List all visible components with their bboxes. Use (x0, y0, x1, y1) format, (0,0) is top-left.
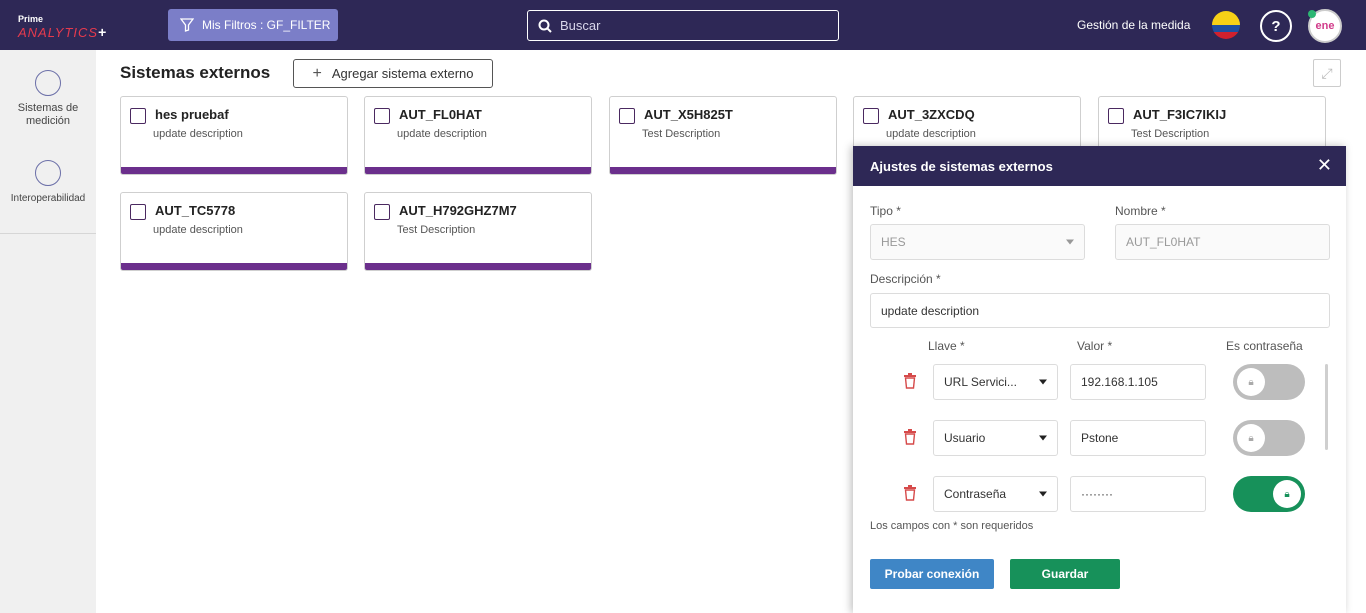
chevron-down-icon (1066, 239, 1074, 245)
card-name: AUT_H792GHZ7M7 (399, 203, 517, 218)
card-description: Test Description (642, 128, 721, 140)
online-status-dot (1308, 10, 1316, 18)
rows-scrollbar[interactable] (1325, 364, 1328, 450)
card-checkbox[interactable] (374, 108, 390, 124)
chart-circle-icon (35, 70, 61, 96)
delete-row-icon[interactable] (903, 429, 917, 445)
filters-button[interactable]: Mis Filtros : GF_FILTER (168, 9, 338, 41)
test-connection-button[interactable]: Probar conexión (870, 559, 994, 589)
card-checkbox[interactable] (374, 204, 390, 220)
logo-plus-text: + (98, 24, 107, 40)
close-icon[interactable]: ✕ (1317, 156, 1332, 174)
description-field-value: update description (881, 303, 980, 318)
password-toggle[interactable]: 🔒︎ (1233, 364, 1305, 400)
delete-row-icon[interactable] (903, 373, 917, 389)
key-select-value: URL Servici... (944, 375, 1017, 389)
add-external-system-label: Agregar sistema externo (331, 66, 474, 81)
required-fields-note: Los campos con * son requeridos (870, 520, 1034, 532)
lock-icon: 🔒︎ (1237, 424, 1265, 452)
logo-prime-text: Prime (18, 14, 44, 24)
filters-button-label: Mis Filtros : GF_FILTER (202, 18, 331, 32)
card-name: AUT_FL0HAT (399, 107, 482, 122)
logo-main-text: ANALYTICS (18, 25, 99, 40)
type-select[interactable]: HES (870, 224, 1085, 260)
chevron-down-icon (1039, 491, 1047, 497)
key-select-value: Usuario (944, 431, 986, 445)
network-globe-icon (35, 160, 61, 186)
sidebar-item-measurement-systems[interactable]: Sistemas de medición (0, 70, 96, 128)
chevron-down-icon (1039, 379, 1047, 385)
card-description: update description (397, 128, 487, 140)
value-column-label: Valor * (1077, 339, 1113, 353)
search-box[interactable] (527, 10, 839, 41)
key-select[interactable]: Usuario (933, 420, 1058, 456)
expand-icon[interactable]: ⤢ (1313, 59, 1341, 87)
card-description: update description (886, 128, 976, 140)
value-field-text: ········ (1081, 487, 1113, 501)
card-description: update description (153, 224, 243, 236)
search-icon (538, 19, 552, 33)
system-card[interactable]: hes pruebaf update description (120, 96, 348, 175)
value-field[interactable]: ········ (1070, 476, 1206, 512)
description-field[interactable]: update description (870, 293, 1330, 328)
sidebar-item-label: Interoperabilidad (10, 193, 86, 204)
description-label: Descripción * (870, 272, 941, 286)
lock-icon: 🔒︎ (1273, 480, 1301, 508)
colombia-flag-icon[interactable] (1212, 11, 1240, 39)
card-name: AUT_F3IC7IKIJ (1133, 107, 1227, 122)
card-description: Test Description (397, 224, 476, 236)
name-field[interactable]: AUT_FL0HAT (1115, 224, 1330, 260)
save-button[interactable]: Guardar (1010, 559, 1120, 589)
chevron-down-icon (1039, 435, 1047, 441)
panel-title: Ajustes de sistemas externos (870, 158, 1053, 174)
panel-header: Ajustes de sistemas externos (853, 146, 1346, 186)
card-checkbox[interactable] (863, 108, 879, 124)
key-column-label: Llave * (928, 339, 965, 353)
type-label: Tipo * (870, 204, 901, 218)
card-checkbox[interactable] (1108, 108, 1124, 124)
value-field[interactable]: 192.168.1.105 (1070, 364, 1206, 400)
value-field[interactable]: Pstone (1070, 420, 1206, 456)
system-card[interactable]: AUT_TC5778 update description (120, 192, 348, 271)
card-description: Test Description (1131, 128, 1210, 140)
card-checkbox[interactable] (130, 108, 146, 124)
external-system-settings-panel: Ajustes de sistemas externos ✕ Tipo * HE… (853, 146, 1346, 613)
password-toggle[interactable]: 🔒︎ (1233, 476, 1305, 512)
card-name: AUT_3ZXCDQ (888, 107, 975, 122)
system-card[interactable]: AUT_H792GHZ7M7 Test Description (364, 192, 592, 271)
name-field-placeholder: AUT_FL0HAT (1126, 235, 1201, 249)
sidebar-item-interoperability[interactable]: Interoperabilidad (0, 160, 96, 205)
type-select-value: HES (881, 235, 906, 249)
system-card[interactable]: AUT_FL0HAT update description (364, 96, 592, 175)
plus-icon: + (312, 64, 322, 82)
card-checkbox[interactable] (619, 108, 635, 124)
card-name: AUT_X5H825T (644, 107, 733, 122)
sidebar-divider (0, 233, 96, 234)
card-description: update description (153, 128, 243, 140)
key-select[interactable]: Contraseña (933, 476, 1058, 512)
top-bar: Prime ANALYTICS+ Mis Filtros : GF_FILTER… (0, 0, 1366, 50)
card-checkbox[interactable] (130, 204, 146, 220)
key-select-value: Contraseña (944, 487, 1007, 501)
app-logo[interactable]: Prime ANALYTICS+ (18, 14, 106, 42)
filter-icon (180, 18, 194, 32)
key-select[interactable]: URL Servici... (933, 364, 1058, 400)
card-name: hes pruebaf (155, 107, 229, 122)
help-button[interactable]: ? (1260, 10, 1292, 42)
lock-icon: 🔒︎ (1237, 368, 1265, 396)
sidebar-item-label: Sistemas de medición (17, 102, 79, 127)
measure-management-link[interactable]: Gestión de la medida (1077, 18, 1190, 32)
add-external-system-button[interactable]: + Agregar sistema externo (293, 59, 493, 88)
password-toggle[interactable]: 🔒︎ (1233, 420, 1305, 456)
delete-row-icon[interactable] (903, 485, 917, 501)
value-field-text: Pstone (1081, 431, 1119, 445)
value-field-text: 192.168.1.105 (1081, 375, 1158, 389)
sidebar: Sistemas de medición Interoperabilidad (0, 50, 96, 613)
name-label: Nombre * (1115, 204, 1166, 218)
search-input[interactable] (560, 18, 830, 33)
password-column-label: Es contraseña (1226, 339, 1303, 353)
page-title: Sistemas externos (120, 63, 271, 82)
system-card[interactable]: AUT_X5H825T Test Description (609, 96, 837, 175)
card-name: AUT_TC5778 (155, 203, 236, 218)
